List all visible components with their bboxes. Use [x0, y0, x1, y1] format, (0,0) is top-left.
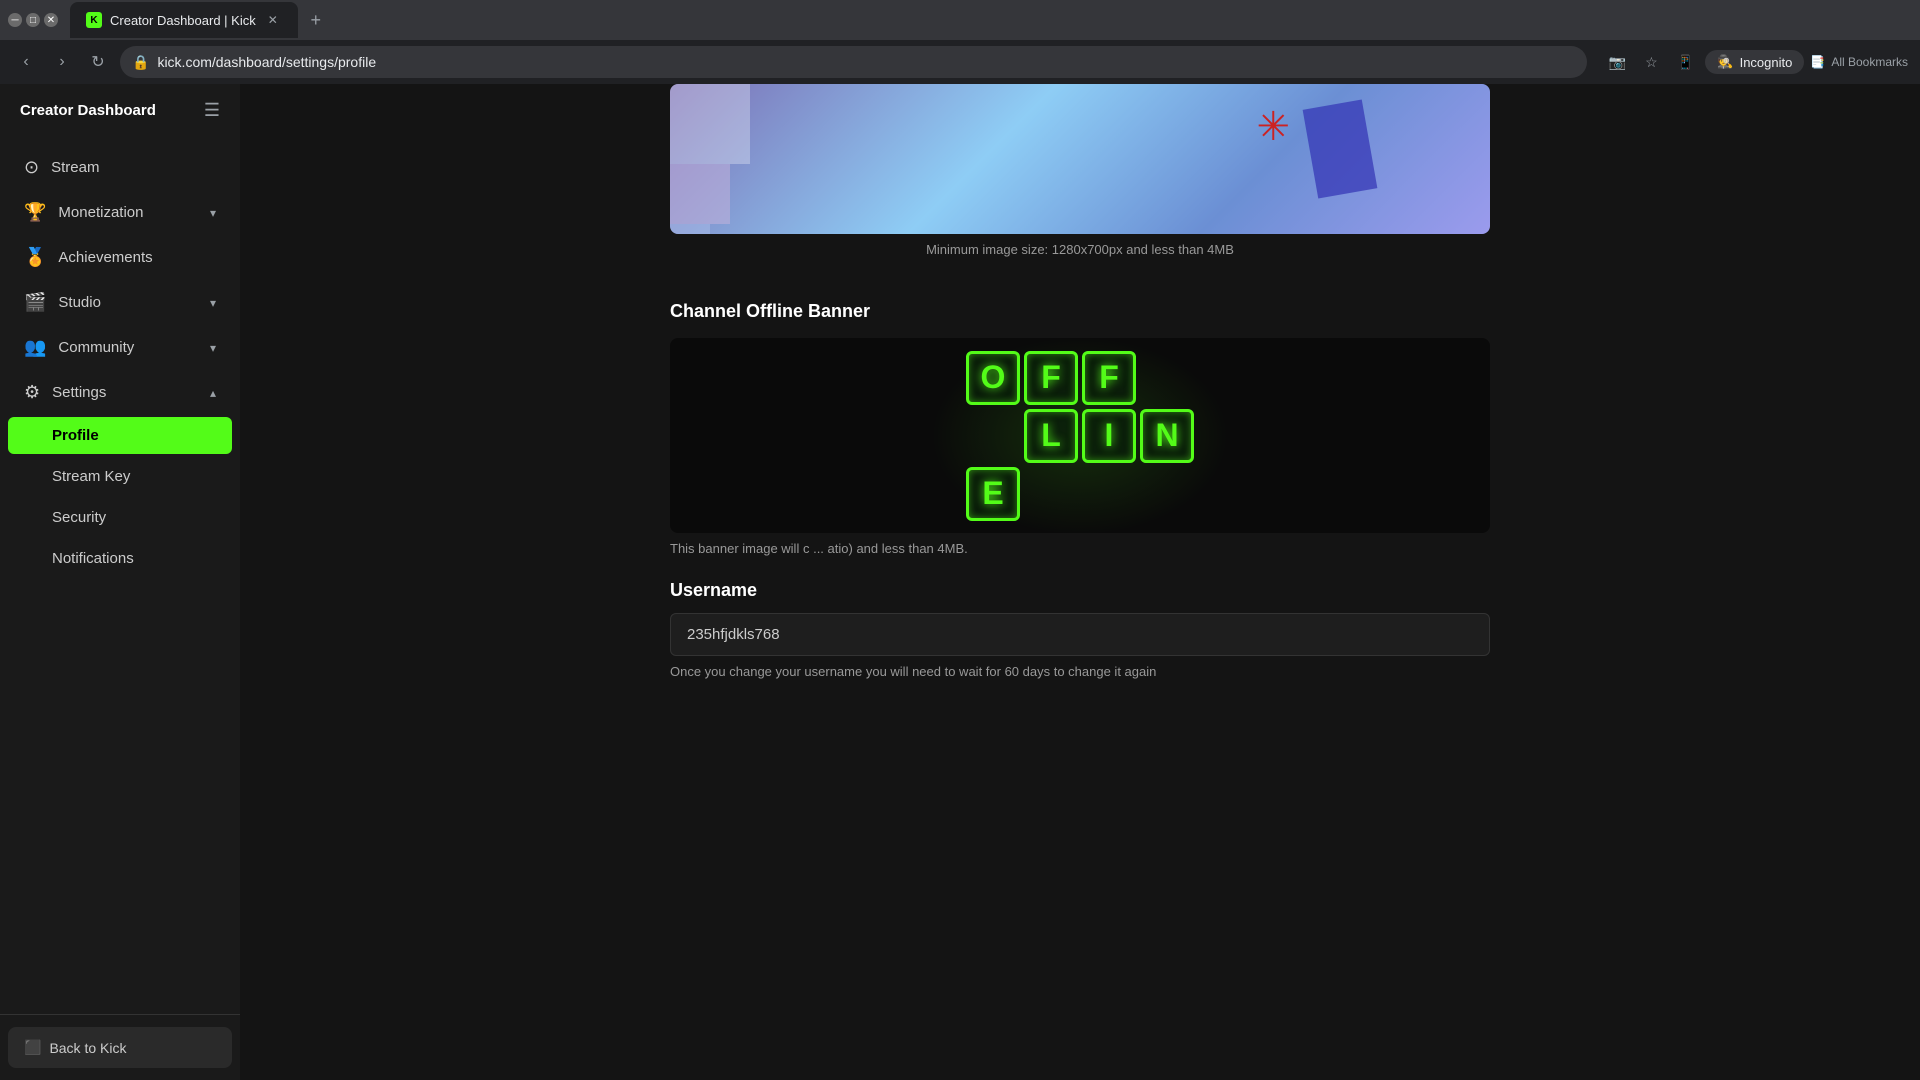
- incognito-button[interactable]: 🕵 Incognito: [1705, 50, 1804, 74]
- offline-letter-F2: F: [1082, 351, 1136, 405]
- bookmarks-label: All Bookmarks: [1831, 55, 1908, 69]
- sidebar-item-community[interactable]: 👥 Community ▾: [4, 325, 236, 370]
- sidebar-item-notifications[interactable]: Notifications: [0, 538, 240, 579]
- username-label: Username: [670, 580, 1490, 601]
- sidebar-item-stream[interactable]: ⊙ Stream: [4, 145, 236, 190]
- offline-cell-empty: [1140, 351, 1194, 405]
- bookmarks-icon: 📑: [1810, 55, 1825, 69]
- deco-star: ✳: [1256, 104, 1290, 150]
- username-hint: Once you change your username you will n…: [670, 664, 1490, 679]
- sidebar-item-achievements[interactable]: 🏅 Achievements: [4, 235, 236, 280]
- active-tab[interactable]: K Creator Dashboard | Kick ✕: [70, 2, 298, 38]
- sidebar-item-label: Stream: [51, 159, 99, 176]
- new-tab-button[interactable]: +: [302, 6, 330, 34]
- offline-text-grid: O F F L I N E: [966, 351, 1194, 521]
- sidebar-item-label: Community: [58, 339, 134, 356]
- sidebar-item-security[interactable]: Security: [0, 497, 240, 538]
- banner-decorations: ✳: [670, 84, 1490, 234]
- main-content: ✳ Minimum image size: 1280x700px and les…: [240, 84, 1920, 1080]
- address-bar[interactable]: 🔒 kick.com/dashboard/settings/profile: [120, 46, 1587, 78]
- chevron-down-icon: ▾: [210, 341, 216, 355]
- sidebar-item-label: Monetization: [58, 204, 143, 221]
- lock-icon: 🔒: [132, 54, 149, 71]
- offline-letter-E: E: [966, 467, 1020, 521]
- offline-letter-O: O: [966, 351, 1020, 405]
- sidebar-item-studio[interactable]: 🎬 Studio ▾: [4, 280, 236, 325]
- deco-circle-3: [670, 224, 710, 234]
- deco-circle-1: [670, 84, 750, 164]
- offline-hint-left: This banner image will c: [670, 541, 809, 556]
- sidebar-item-settings[interactable]: ⚙ Settings ▴: [4, 370, 236, 415]
- offline-letter-F1: F: [1024, 351, 1078, 405]
- deco-circle-2: [670, 164, 730, 224]
- sidebar-item-label: Studio: [58, 294, 101, 311]
- app-layout: Creator Dashboard ☰ ⊙ Stream 🏆 Monetizat…: [0, 84, 1920, 1080]
- tab-bar: ─ □ ✕ K Creator Dashboard | Kick ✕ +: [0, 0, 1920, 40]
- offline-letter-N: N: [1140, 409, 1194, 463]
- bookmark-button[interactable]: ☆: [1637, 48, 1665, 76]
- username-input[interactable]: [670, 613, 1490, 656]
- achievements-icon: 🏅: [24, 247, 46, 268]
- offline-hint-dots: ...: [813, 541, 824, 556]
- back-to-kick-button[interactable]: ⬛ Back to Kick: [8, 1027, 232, 1068]
- offline-banner-container[interactable]: O F F L I N E: [670, 338, 1490, 533]
- sidebar-item-label: Settings: [52, 384, 106, 401]
- incognito-icon: 🕵: [1717, 54, 1733, 70]
- nav-bar: ‹ › ↻ 🔒 kick.com/dashboard/settings/prof…: [0, 40, 1920, 84]
- offline-hint-right: atio) and less than 4MB.: [828, 541, 968, 556]
- offline-letter-I: I: [1082, 409, 1136, 463]
- settings-icon: ⚙: [24, 382, 40, 403]
- back-to-kick-label: Back to Kick: [49, 1040, 126, 1056]
- tab-close-button[interactable]: ✕: [264, 11, 282, 29]
- incognito-label: Incognito: [1740, 55, 1793, 70]
- deco-rect: [1303, 99, 1378, 198]
- forward-nav-button[interactable]: ›: [48, 48, 76, 76]
- sidebar-item-stream-key[interactable]: Stream Key: [0, 456, 240, 497]
- chevron-up-icon: ▴: [210, 386, 216, 400]
- sidebar-item-profile[interactable]: Profile: [8, 417, 232, 454]
- sidebar-item-monetization[interactable]: 🏆 Monetization ▾: [4, 190, 236, 235]
- sidebar-menu-icon[interactable]: ☰: [204, 100, 220, 121]
- monetization-icon: 🏆: [24, 202, 46, 223]
- username-section: Username Once you change your username y…: [670, 580, 1490, 679]
- sidebar-item-label: Achievements: [58, 249, 152, 266]
- url-text: kick.com/dashboard/settings/profile: [157, 54, 376, 70]
- sidebar-nav: ⊙ Stream 🏆 Monetization ▾ 🏅 Achievements…: [0, 137, 240, 1014]
- banner-image-hint: Minimum image size: 1280x700px and less …: [670, 242, 1490, 257]
- sidebar-footer: ⬛ Back to Kick: [0, 1014, 240, 1080]
- stream-icon: ⊙: [24, 157, 39, 178]
- offline-banner-title: Channel Offline Banner: [670, 281, 1490, 322]
- sidebar: Creator Dashboard ☰ ⊙ Stream 🏆 Monetizat…: [0, 84, 240, 1080]
- offline-cell-empty2: [966, 409, 1020, 463]
- kick-icon: ⬛: [24, 1039, 41, 1056]
- chevron-down-icon: ▾: [210, 296, 216, 310]
- offline-banner-hint: This banner image will c ... atio) and l…: [670, 541, 1490, 556]
- minimize-button[interactable]: ─: [8, 13, 22, 27]
- browser-chrome: ─ □ ✕ K Creator Dashboard | Kick ✕ + ‹ ›…: [0, 0, 1920, 84]
- community-icon: 👥: [24, 337, 46, 358]
- offline-grid: O F F L I N E: [966, 351, 1194, 521]
- sidebar-title: Creator Dashboard: [20, 102, 156, 119]
- browser-controls: ─ □ ✕: [8, 13, 58, 27]
- tablet-icon[interactable]: 📱: [1671, 48, 1699, 76]
- content-inner: ✳ Minimum image size: 1280x700px and les…: [650, 84, 1510, 743]
- sidebar-header: Creator Dashboard ☰: [0, 84, 240, 137]
- chevron-down-icon: ▾: [210, 206, 216, 220]
- bookmarks-section[interactable]: 📑 All Bookmarks: [1810, 55, 1908, 69]
- tab-favicon-icon: K: [86, 12, 102, 28]
- tab-title: Creator Dashboard | Kick: [110, 13, 256, 28]
- channel-banner-container: ✳: [670, 84, 1490, 234]
- settings-section: ⚙ Settings ▴ Profile Stream Key Security…: [0, 370, 240, 579]
- back-nav-button[interactable]: ‹: [12, 48, 40, 76]
- camera-off-icon[interactable]: 📷: [1603, 48, 1631, 76]
- close-button[interactable]: ✕: [44, 13, 58, 27]
- nav-actions: 📷 ☆ 📱 🕵 Incognito 📑 All Bookmarks: [1603, 48, 1908, 76]
- offline-letter-L: L: [1024, 409, 1078, 463]
- reload-button[interactable]: ↻: [84, 48, 112, 76]
- maximize-button[interactable]: □: [26, 13, 40, 27]
- channel-banner-image[interactable]: ✳: [670, 84, 1490, 234]
- studio-icon: 🎬: [24, 292, 46, 313]
